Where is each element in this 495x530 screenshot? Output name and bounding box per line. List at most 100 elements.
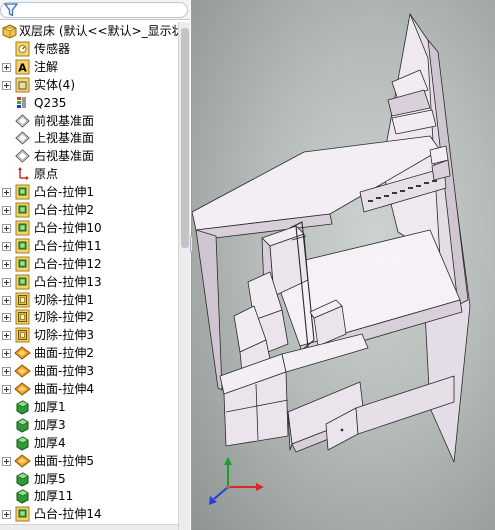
tree-item-label: 上视基准面 <box>34 131 95 146</box>
tree-item-label: 加厚5 <box>34 471 66 486</box>
expand-toggle[interactable] <box>2 277 11 287</box>
tree-item-label: 凸台-拉伸14 <box>34 507 102 522</box>
thicken-icon <box>14 417 31 433</box>
expand-toggle[interactable] <box>2 510 11 520</box>
expand-toggle[interactable] <box>2 295 11 305</box>
tree-item-label: 凸台-拉伸10 <box>34 220 102 235</box>
expand-toggle[interactable] <box>2 331 11 341</box>
tree-item-label: 原点 <box>34 167 59 182</box>
feature-tree: 双层床 (默认<<默认>_显示状 传感器 A 注解 实体(4) Q235 前视基准面 上视基准… <box>0 22 178 530</box>
expand-toggle[interactable] <box>2 456 11 466</box>
coordinate-triad <box>209 457 264 505</box>
tree-item-label: 曲面-拉伸2 <box>34 346 94 361</box>
tree-item[interactable]: 传感器 <box>0 40 178 58</box>
surface-extrude-icon <box>14 363 31 379</box>
surface-extrude-icon <box>14 381 31 397</box>
horizontal-scrollbar[interactable] <box>0 524 178 530</box>
z-axis <box>213 486 229 500</box>
bunk-bed-model[interactable] <box>192 13 471 463</box>
tree-item[interactable]: 前视基准面 <box>0 112 178 130</box>
filter-icon[interactable] <box>3 2 19 18</box>
annotation-icon: A <box>14 59 31 75</box>
tree-item[interactable]: 切除-拉伸1 <box>0 291 178 309</box>
graphics-viewport[interactable]: id28 <box>192 0 495 530</box>
tree-item[interactable]: 实体(4) <box>0 76 178 94</box>
thicken-icon <box>14 435 31 451</box>
filter-input[interactable] <box>0 2 188 18</box>
x-axis-arrow <box>256 483 264 491</box>
tree-root[interactable]: 双层床 (默认<<默认>_显示状 <box>0 22 178 40</box>
tree-item-label: 凸台-拉伸1 <box>34 185 94 200</box>
tree-item[interactable]: 加厚5 <box>0 470 178 488</box>
tree-item-label: 右视基准面 <box>34 149 95 164</box>
feature-manager-panel: 双层床 (默认<<默认>_显示状 传感器 A 注解 实体(4) Q235 前视基准面 上视基准… <box>0 0 192 530</box>
expand-toggle[interactable] <box>2 206 11 215</box>
tree-item-label: 切除-拉伸2 <box>34 310 94 325</box>
sensor-icon <box>14 41 31 57</box>
thicken-icon <box>14 488 31 504</box>
tree-item[interactable]: 加厚1 <box>0 398 178 416</box>
cut-extrude-icon <box>14 327 31 343</box>
tree-item[interactable]: 加厚11 <box>0 487 178 505</box>
tree-item-label: 曲面-拉伸3 <box>34 364 94 379</box>
tree-item[interactable]: 凸台-拉伸11 <box>0 237 178 255</box>
cut-extrude-icon <box>14 292 31 308</box>
tree-item[interactable]: 凸台-拉伸10 <box>0 219 178 237</box>
tree-item[interactable]: A 注解 <box>0 58 178 76</box>
expand-toggle[interactable] <box>2 188 11 198</box>
boss-extrude-icon <box>14 238 31 254</box>
boss-extrude-icon <box>14 274 31 290</box>
tree-item[interactable]: 加厚3 <box>0 416 178 434</box>
origin-icon <box>14 166 31 182</box>
boss-extrude-icon <box>14 184 31 200</box>
expand-toggle[interactable] <box>2 62 11 72</box>
expand-toggle[interactable] <box>2 80 11 90</box>
tree-item[interactable]: 曲面-拉伸5 <box>0 452 178 470</box>
cut-extrude-icon <box>14 309 31 325</box>
tree-item[interactable]: 曲面-拉伸2 <box>0 344 178 362</box>
tree-item-label: 加厚4 <box>34 435 66 450</box>
solid-bodies-icon <box>14 77 31 93</box>
model-view <box>192 13 471 505</box>
plane-icon <box>14 113 31 129</box>
tree-item-label: 凸台-拉伸13 <box>34 274 102 289</box>
expand-toggle[interactable] <box>2 349 11 359</box>
expand-toggle[interactable] <box>2 241 11 251</box>
tree-item-label: Q235 <box>34 95 67 110</box>
tree-item[interactable]: 切除-拉伸3 <box>0 326 178 344</box>
tree-item-label: 切除-拉伸3 <box>34 328 94 343</box>
expand-toggle[interactable] <box>2 223 11 233</box>
expand-toggle[interactable] <box>2 313 11 323</box>
tree-item-label: 加厚3 <box>34 417 66 432</box>
expand-toggle[interactable] <box>2 385 11 394</box>
tree-item-label: 加厚11 <box>34 489 74 504</box>
expand-toggle[interactable] <box>2 259 11 269</box>
vertical-scrollbar[interactable] <box>178 22 190 530</box>
tree-item[interactable]: 凸台-拉伸1 <box>0 183 178 201</box>
tree-item[interactable]: 凸台-拉伸13 <box>0 273 178 291</box>
material-icon <box>14 95 31 111</box>
tree-item[interactable]: 曲面-拉伸3 <box>0 362 178 380</box>
expand-toggle[interactable] <box>2 367 11 377</box>
scrollbar-thumb[interactable] <box>181 28 189 248</box>
plane-icon <box>14 148 31 164</box>
tree-item-label: 凸台-拉伸12 <box>34 256 102 271</box>
tree-item[interactable]: 凸台-拉伸2 <box>0 201 178 219</box>
tree-item-label: 前视基准面 <box>34 113 95 128</box>
tree-item[interactable]: 曲面-拉伸4 <box>0 380 178 398</box>
tree-item[interactable]: 切除-拉伸2 <box>0 308 178 326</box>
thicken-icon <box>14 399 31 415</box>
tree-item[interactable]: 右视基准面 <box>0 147 178 165</box>
tree-item[interactable]: 加厚4 <box>0 434 178 452</box>
tree-item-label: 加厚1 <box>34 399 66 414</box>
tree-item[interactable]: 原点 <box>0 165 178 183</box>
tree-item[interactable]: 上视基准面 <box>0 129 178 147</box>
tree-item[interactable]: Q235 <box>0 94 178 112</box>
tree-item[interactable]: 凸台-拉伸14 <box>0 505 178 523</box>
surface-extrude-icon <box>14 453 31 469</box>
surface-extrude-icon <box>14 345 31 361</box>
tree-item-label: 凸台-拉伸2 <box>34 203 94 217</box>
tree-item-label: 注解 <box>34 59 59 74</box>
tree-item[interactable]: 凸台-拉伸12 <box>0 255 178 273</box>
y-axis-arrow <box>224 457 232 465</box>
